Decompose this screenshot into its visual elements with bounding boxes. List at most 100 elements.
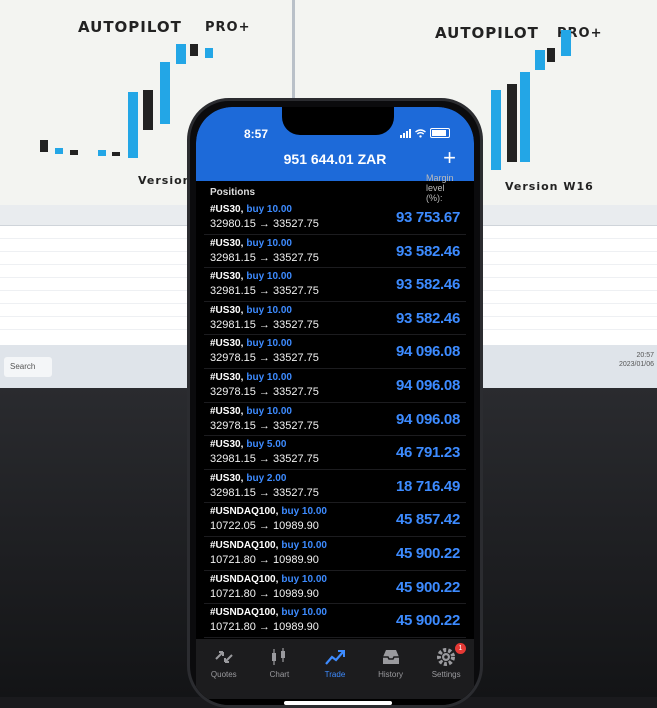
tab-settings-label: Settings — [431, 670, 461, 679]
phone-screen: 8:57 951 644.01 ZAR + Margin level (%): … — [196, 107, 474, 705]
position-profit: 93 582.46 — [395, 276, 460, 294]
position-symbol-text: #US30, — [210, 204, 244, 215]
position-direction: buy 10.00 — [246, 338, 292, 350]
tray-clock-time: 20:57 — [636, 352, 654, 359]
position-prices: 10721.80 → 10989.90 — [210, 587, 319, 600]
tab-chart[interactable]: Chart — [252, 639, 308, 699]
position-row[interactable]: #US30, buy 2.00 32981.15 → 33527.75 18 716.… — [204, 470, 466, 504]
position-prices: 32981.15 → 33527.75 — [210, 486, 319, 499]
position-symbol-text: #US30, — [210, 371, 244, 383]
positions-list: #US30, buy 10.00 32980.15 → 33527.75 93 753… — [204, 201, 466, 672]
position-row[interactable]: #USNDAQ100,buy 10.00 10721.80 → 10989.90 4… — [204, 537, 466, 571]
position-symbol: #US30, buy 10.00 — [210, 338, 292, 349]
tab-quotes[interactable]: Quotes — [196, 639, 252, 699]
position-prices: 32978.15 → 33527.75 — [210, 419, 319, 432]
position-symbol: #US30, buy 10.00 — [210, 204, 292, 215]
candle — [160, 62, 170, 124]
position-direction: buy 5.00 — [246, 439, 287, 451]
tab-quotes-label: Quotes — [210, 670, 237, 679]
position-profit: 45 900.22 — [395, 612, 460, 630]
status-icons — [400, 128, 450, 138]
left-brand-suffix: PRO+ — [205, 20, 251, 35]
position-direction: buy 10.00 — [281, 506, 327, 518]
position-prices: 32980.15 → 33527.75 — [210, 218, 319, 230]
position-symbol: #US30, buy 10.00 — [210, 406, 292, 417]
position-profit: 45 857.42 — [395, 511, 460, 529]
tray-clock: 20:57 2023/01/06 — [619, 351, 654, 369]
margin-level-label: Margin level (%): — [426, 173, 454, 203]
position-symbol: #USNDAQ100,buy 10.00 — [210, 540, 327, 551]
position-symbol: #USNDAQ100,buy 10.00 — [210, 574, 327, 585]
left-brand: AUTOPILOT — [78, 18, 182, 36]
tab-trade[interactable]: Trade — [307, 639, 363, 699]
position-prices: 32981.15 → 33527.75 — [210, 285, 319, 298]
candle — [98, 150, 106, 156]
position-row[interactable]: #US30, buy 5.00 32981.15 → 33527.75 46 791.… — [204, 436, 466, 470]
position-symbol-text: #USNDAQ100, — [210, 607, 279, 619]
position-direction: buy 10.00 — [246, 204, 292, 215]
candle — [176, 44, 186, 64]
candle — [205, 48, 213, 58]
taskbar-search[interactable]: Search — [4, 357, 52, 377]
position-direction: buy 10.00 — [246, 304, 292, 316]
notch — [282, 107, 394, 135]
new-order-button[interactable]: + — [443, 147, 456, 169]
position-row[interactable]: #US30, buy 10.00 32978.15 → 33527.75 94 096… — [204, 403, 466, 437]
position-row[interactable]: #USNDAQ100,buy 10.00 10721.80 → 10989.90 4… — [204, 604, 466, 638]
tab-trade-label: Trade — [324, 670, 346, 679]
tab-history[interactable]: History — [363, 639, 419, 699]
candle — [112, 152, 120, 156]
position-row[interactable]: #US30, buy 10.00 32981.15 → 33527.75 93 582… — [204, 302, 466, 336]
candle — [547, 48, 555, 62]
candle — [520, 72, 530, 162]
position-row[interactable]: #USNDAQ100, buy 10.00 10722.05 → 10989.90 4… — [204, 503, 466, 537]
position-direction: buy 10.00 — [246, 405, 292, 417]
position-profit: 93 582.46 — [395, 309, 460, 327]
position-symbol: #US30, buy 2.00 — [210, 473, 286, 484]
position-profit: 45 900.22 — [395, 578, 460, 596]
position-direction: buy 2.00 — [246, 472, 287, 484]
position-symbol-text: #US30, — [210, 338, 244, 350]
position-symbol: #US30, buy 10.00 — [210, 372, 292, 383]
candle — [561, 30, 571, 56]
tab-settings[interactable]: 1 Settings — [418, 639, 474, 699]
candle — [190, 44, 198, 56]
position-profit: 45 900.22 — [395, 544, 460, 562]
position-prices: 32981.15 → 33527.75 — [210, 453, 319, 466]
position-row[interactable]: #US30, buy 10.00 32981.15 → 33527.75 93 582… — [204, 235, 466, 269]
position-direction: buy 10.00 — [281, 607, 327, 619]
trade-icon — [325, 650, 345, 665]
candle — [40, 140, 48, 152]
position-profit: 93 582.46 — [395, 242, 460, 260]
position-symbol-text: #USNDAQ100, — [210, 573, 279, 585]
position-row[interactable]: #US30, buy 10.00 32981.15 → 33527.75 93 582… — [204, 268, 466, 302]
position-symbol: #USNDAQ100,buy 10.00 — [210, 607, 327, 618]
position-profit: 94 096.08 — [395, 343, 460, 361]
position-row[interactable]: #US30, buy 10.00 32978.15 → 33527.75 94 096… — [204, 335, 466, 369]
settings-icon — [437, 648, 456, 666]
position-direction: buy 10.00 — [246, 237, 292, 249]
chart-icon — [272, 648, 286, 665]
position-profit: 18 716.49 — [395, 477, 460, 495]
position-row[interactable]: #US30, buy 10.00 32980.15 → 33527.75 93 753… — [204, 201, 466, 235]
position-symbol: #US30, buy 10.00 — [210, 305, 292, 316]
position-prices: 32978.15 → 33527.75 — [210, 385, 319, 398]
position-prices: 10722.05 → 10989.90 — [210, 520, 319, 533]
position-row[interactable]: #USNDAQ100,buy 10.00 10721.80 → 10989.90 4… — [204, 571, 466, 605]
home-indicator[interactable] — [284, 701, 392, 705]
position-direction: buy 10.00 — [281, 539, 327, 551]
candle — [128, 92, 138, 158]
position-symbol-text: #USNDAQ100, — [210, 539, 279, 551]
position-prices: 10721.80 → 10989.90 — [210, 553, 319, 566]
battery-icon — [430, 128, 450, 138]
app-header: 8:57 951 644.01 ZAR + — [196, 107, 474, 181]
position-direction: buy 10.00 — [246, 371, 292, 383]
status-time: 8:57 — [244, 127, 269, 141]
tab-history-label: History — [378, 670, 404, 679]
positions-heading: Positions — [210, 187, 256, 198]
position-direction: buy 10.00 — [281, 573, 327, 585]
position-prices: 10721.80 → 10989.90 — [210, 621, 319, 634]
position-symbol: #USNDAQ100,buy 10.00 — [210, 506, 327, 517]
position-row[interactable]: #US30, buy 10.00 32978.15 → 33527.75 94 096… — [204, 369, 466, 403]
position-prices: 32981.15 → 33527.75 — [210, 251, 319, 264]
